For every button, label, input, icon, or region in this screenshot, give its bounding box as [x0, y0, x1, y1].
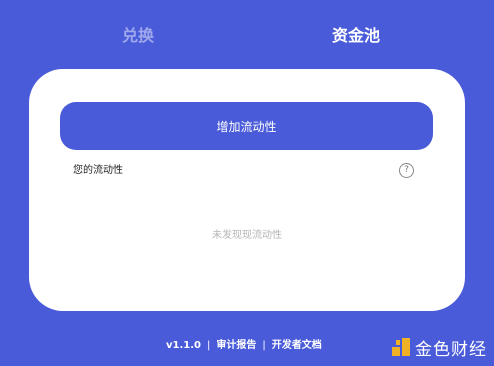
version-label: v1.1.0	[166, 340, 201, 351]
watermark-logo-icon	[392, 338, 410, 356]
help-icon[interactable]: ?	[399, 163, 414, 178]
footer-separator: |	[262, 340, 266, 351]
watermark: 金色财经	[392, 336, 487, 360]
your-liquidity-label: 您的流动性	[73, 165, 123, 176]
tab-bar: 兑换 资金池	[0, 22, 494, 52]
add-liquidity-button[interactable]: 增加流动性	[60, 102, 433, 150]
footer-separator: |	[207, 340, 211, 351]
developer-docs-link[interactable]: 开发者文档	[272, 340, 322, 351]
footer: v1.1.0 | 审计报告 | 开发者文档	[166, 336, 322, 351]
empty-liquidity-message: 未发现现流动性	[212, 230, 282, 241]
tab-swap[interactable]: 兑换	[122, 22, 154, 50]
tab-pool[interactable]: 资金池	[332, 22, 380, 50]
audit-report-link[interactable]: 审计报告	[216, 340, 256, 351]
pool-card: 增加流动性 您的流动性 ? 未发现现流动性	[29, 69, 465, 311]
watermark-text: 金色财经	[415, 339, 487, 360]
your-liquidity-row: 您的流动性	[73, 164, 413, 180]
